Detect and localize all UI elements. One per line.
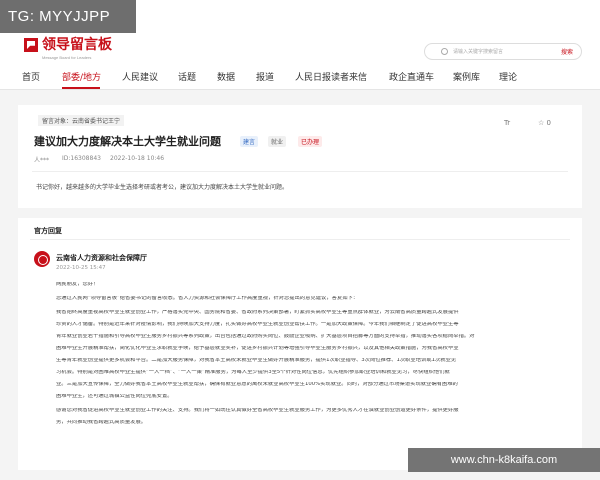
logo-subtitle: Message Board for Leaders [42,55,92,60]
reply-paragraph: 青年就业创业若干措施和引导高校毕业生服务乡村振兴等系列政策，出台包括通过政府购买… [56,334,475,339]
divider [30,239,570,240]
reply-paragraph: 网民朋友，您好！ [56,282,99,287]
search-box[interactable]: 请输入关键字搜索留言 搜索 [424,43,582,60]
watermark-banner: www.chn-k8kaifa.com [408,448,600,472]
nav-reader-letters[interactable]: 人民日报读者来信 [295,70,367,83]
reply-paragraph: 业。三是加大宣传保障，全力做好我省本土高校毕业生就业帮扶，确保有就业意愿的离校未… [56,382,458,387]
nav-topics[interactable]: 话题 [178,70,196,83]
tag-suggestion: 建言 [240,136,259,147]
overlay-tag: TG: MYYJJPP [0,0,136,33]
reply-card: 官方回复 云南省人力资源和社会保障厅 2022-10-25 15:47 网民朋友… [18,218,582,470]
reply-paragraph: 珍贵的人才储备。特别是近年来针对疫情影响，我们持续加大支持力度，扎实做好高校毕业… [56,322,459,327]
reply-paragraph: 习机会。特别是对困难高校毕业生提供“一人一档”、“一人一策”精准服务，为每人至少… [56,370,450,375]
nav-home[interactable]: 首页 [22,70,40,83]
logo-text: 领导留言板 [42,37,112,53]
message-card: 留言对象：云南省委书记王宁 建议加大力度解决本土大学生就业问题 建言 就业 已办… [18,105,582,208]
divider [32,171,568,172]
org-avatar-icon [34,251,50,267]
nav-gov-business[interactable]: 政企直通车 [389,70,434,83]
search-icon [441,48,448,55]
logo-icon [24,38,38,52]
search-button[interactable]: 搜索 [561,47,573,56]
nav-suggestions[interactable]: 人民建议 [122,70,158,83]
nav-active-indicator [62,87,100,89]
reply-paragraph: 务，共同推动我省跨越式高质量发展。 [56,420,147,425]
message-author: 人*** [34,157,50,164]
reply-paragraph: 困难毕业生开展精准帮扶，简化优化毕业生求职就业手续，给予基层就业奖补，促进乡村振… [56,346,459,351]
favorite-button[interactable]: ☆ 0 [538,119,551,127]
nav-data[interactable]: 数据 [217,70,235,83]
nav-theory[interactable]: 理论 [499,70,517,83]
font-size-button[interactable]: Tr [504,119,510,127]
message-id: ID:16308843 [62,155,101,162]
message-content: 书记你好，越来越多的大学毕业生选择考研或者考公，建议加大力度解决本土大学生就业问… [36,184,289,191]
tag-status: 已办理 [298,136,323,147]
nav-reports[interactable]: 报道 [256,70,274,83]
reply-paragraph: 您通过人民网“领导留言板”给省委书记的留言收悉。省人力资源和社会保障厅工作高度重… [56,296,359,301]
reply-paragraph: 感谢您对我省促进高校毕业生就业创业工作的关注、支持。我们将一如既往认真做好全省高… [56,408,459,413]
message-title: 建议加大力度解决本土大学生就业问题 [34,135,221,148]
reply-paragraph: 我省始终高度重视高校毕业生就业创业工作，严格落实党中央、国务院和省委、省政府系列… [56,310,459,315]
reply-paragraph: 生等青年就业创业提供更多机会和平台。二是加大服务保障，对我省本土高校未就业毕业生… [56,358,457,363]
reply-section-title: 官方回复 [34,227,62,235]
search-input[interactable]: 请输入关键字搜索留言 [453,48,503,55]
reply-org: 云南省人力资源和社会保障厅 [56,254,147,262]
message-target: 留言对象：云南省委书记王宁 [38,115,125,126]
tag-employment: 就业 [268,136,287,147]
main-nav: 首页 部委/地方 人民建议 话题 数据 报道 人民日报读者来信 政企直通车 案例… [0,64,600,90]
reply-date: 2022-10-25 15:47 [56,265,106,271]
message-date: 2022-10-18 10:46 [110,155,165,162]
site-logo[interactable]: 领导留言板 [24,38,112,52]
nav-ministries-local[interactable]: 部委/地方 [62,70,101,83]
reply-paragraph: 困难毕业生，还可通过城镇公益性岗位兜底安置。 [56,394,173,399]
nav-cases[interactable]: 案例库 [453,70,480,83]
